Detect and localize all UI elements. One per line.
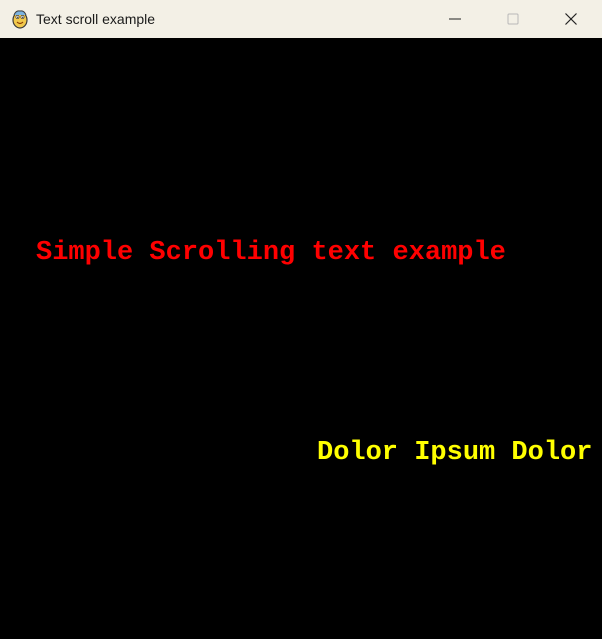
app-window: Text scroll example Simple Scrolling tex… — [0, 0, 602, 639]
title-bar[interactable]: Text scroll example — [0, 0, 602, 38]
close-button[interactable] — [542, 0, 600, 38]
window-title: Text scroll example — [36, 11, 156, 27]
static-title-text: Simple Scrolling text example — [36, 238, 506, 268]
python-snake-icon — [11, 9, 29, 29]
minimize-button[interactable] — [426, 0, 484, 38]
maximize-icon — [507, 13, 519, 25]
close-icon — [565, 13, 577, 25]
scrolling-text: Dolor Ipsum Dolor — [317, 438, 593, 468]
game-canvas[interactable]: Simple Scrolling text example Dolor Ipsu… — [0, 38, 602, 639]
minimize-icon — [449, 18, 461, 20]
maximize-button[interactable] — [484, 0, 542, 38]
